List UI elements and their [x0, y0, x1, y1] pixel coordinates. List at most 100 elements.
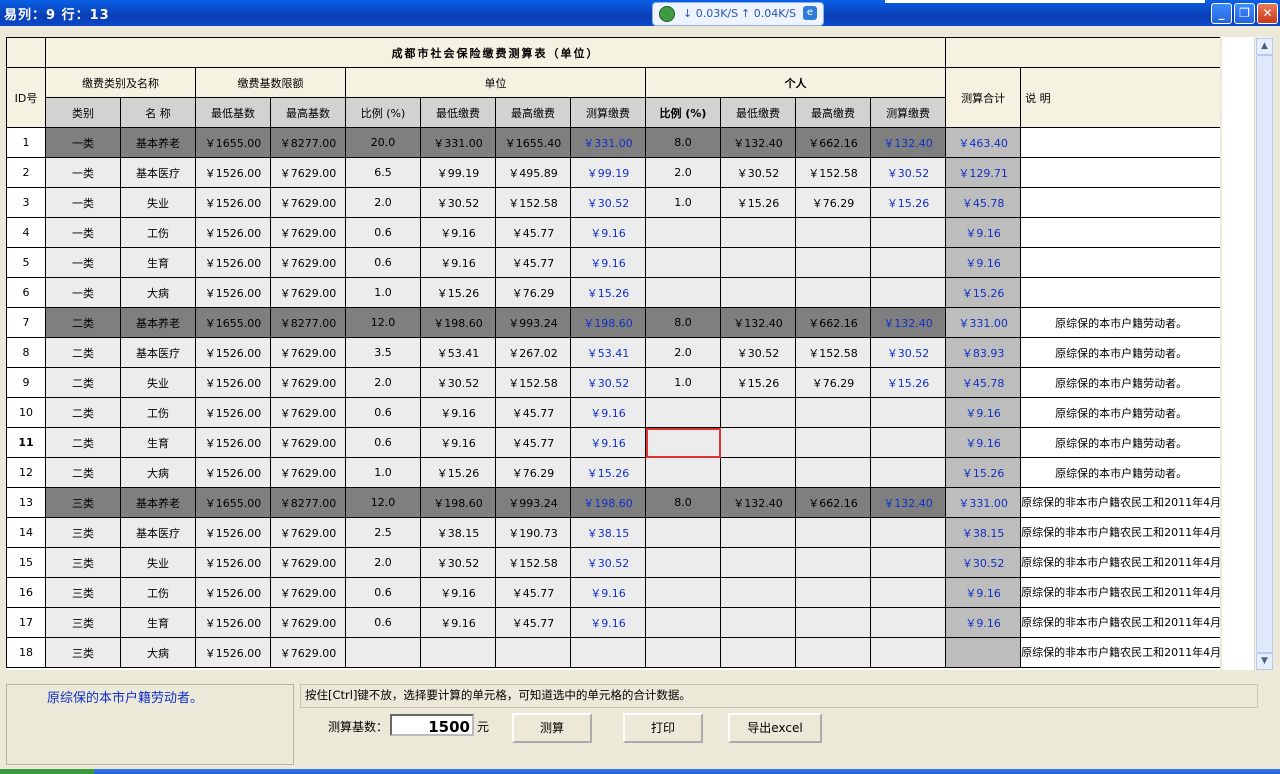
- row-id[interactable]: 4: [7, 218, 46, 248]
- row-category[interactable]: 三类: [46, 548, 121, 578]
- row-unit-max[interactable]: ￥152.58: [496, 188, 571, 218]
- row-max-base[interactable]: ￥7629.00: [271, 458, 346, 488]
- row-unit-ratio[interactable]: 2.0: [346, 368, 421, 398]
- row-name[interactable]: 大病: [121, 458, 196, 488]
- start-button[interactable]: [0, 769, 94, 774]
- row-unit-min[interactable]: ￥9.16: [421, 578, 496, 608]
- row-max-base[interactable]: ￥7629.00: [271, 368, 346, 398]
- row-unit-min[interactable]: [421, 638, 496, 668]
- network-speed-widget[interactable]: ↓ 0.03K/S ↑ 0.04K/S e: [652, 2, 824, 26]
- row-unit-ratio[interactable]: 12.0: [346, 308, 421, 338]
- row-category[interactable]: 二类: [46, 458, 121, 488]
- row-name[interactable]: 基本医疗: [121, 518, 196, 548]
- row-personal-max[interactable]: [796, 578, 871, 608]
- row-min-base[interactable]: ￥1526.00: [196, 638, 271, 668]
- row-note[interactable]: [1021, 248, 1220, 278]
- row-id[interactable]: 12: [7, 458, 46, 488]
- row-max-base[interactable]: ￥7629.00: [271, 548, 346, 578]
- row-total[interactable]: ￥9.16: [946, 218, 1021, 248]
- row-max-base[interactable]: ￥7629.00: [271, 428, 346, 458]
- row-personal-ratio[interactable]: 8.0: [646, 308, 721, 338]
- row-unit-min[interactable]: ￥198.60: [421, 308, 496, 338]
- row-personal-calc[interactable]: [871, 218, 946, 248]
- row-name[interactable]: 失业: [121, 548, 196, 578]
- row-personal-max[interactable]: ￥152.58: [796, 338, 871, 368]
- row-unit-ratio[interactable]: 12.0: [346, 488, 421, 518]
- row-unit-ratio[interactable]: 20.0: [346, 128, 421, 158]
- close-icon[interactable]: ✕: [1257, 3, 1278, 24]
- row-max-base[interactable]: ￥8277.00: [271, 308, 346, 338]
- row-min-base[interactable]: ￥1526.00: [196, 458, 271, 488]
- row-personal-max[interactable]: ￥662.16: [796, 308, 871, 338]
- browser-icon[interactable]: e: [803, 6, 817, 20]
- row-note[interactable]: 原综保的本市户籍劳动者。: [1021, 428, 1220, 458]
- row-max-base[interactable]: ￥7629.00: [271, 578, 346, 608]
- row-min-base[interactable]: ￥1526.00: [196, 578, 271, 608]
- row-max-base[interactable]: ￥7629.00: [271, 248, 346, 278]
- row-unit-min[interactable]: ￥331.00: [421, 128, 496, 158]
- row-unit-ratio[interactable]: 2.5: [346, 518, 421, 548]
- row-unit-min[interactable]: ￥99.19: [421, 158, 496, 188]
- row-personal-ratio[interactable]: [646, 518, 721, 548]
- row-name[interactable]: 生育: [121, 428, 196, 458]
- row-name[interactable]: 基本养老: [121, 308, 196, 338]
- row-id[interactable]: 10: [7, 398, 46, 428]
- row-min-base[interactable]: ￥1526.00: [196, 338, 271, 368]
- row-min-base[interactable]: ￥1526.00: [196, 368, 271, 398]
- row-id[interactable]: 13: [7, 488, 46, 518]
- row-unit-min[interactable]: ￥30.52: [421, 368, 496, 398]
- row-max-base[interactable]: ￥8277.00: [271, 488, 346, 518]
- row-max-base[interactable]: ￥7629.00: [271, 188, 346, 218]
- row-max-base[interactable]: ￥7629.00: [271, 638, 346, 668]
- row-unit-ratio[interactable]: 3.5: [346, 338, 421, 368]
- row-name[interactable]: 基本养老: [121, 128, 196, 158]
- row-unit-ratio[interactable]: 6.5: [346, 158, 421, 188]
- row-category[interactable]: 一类: [46, 158, 121, 188]
- row-unit-calc[interactable]: ￥15.26: [571, 278, 646, 308]
- print-button[interactable]: 打印: [623, 713, 703, 743]
- row-note[interactable]: 原综保的非本市户籍农民工和2011年4月1日后新损招非本市户籍农民工。: [1021, 608, 1220, 638]
- row-personal-min[interactable]: [721, 248, 796, 278]
- row-total[interactable]: ￥331.00: [946, 488, 1021, 518]
- row-personal-calc[interactable]: [871, 278, 946, 308]
- row-personal-calc[interactable]: [871, 608, 946, 638]
- scroll-thumb[interactable]: [1256, 55, 1273, 653]
- row-personal-max[interactable]: ￥152.58: [796, 158, 871, 188]
- row-max-base[interactable]: ￥7629.00: [271, 398, 346, 428]
- row-unit-calc[interactable]: ￥9.16: [571, 578, 646, 608]
- row-min-base[interactable]: ￥1526.00: [196, 158, 271, 188]
- maximize-icon[interactable]: ❐: [1234, 3, 1255, 24]
- row-unit-max[interactable]: ￥45.77: [496, 218, 571, 248]
- row-personal-max[interactable]: [796, 608, 871, 638]
- row-max-base[interactable]: ￥7629.00: [271, 338, 346, 368]
- row-total[interactable]: ￥331.00: [946, 308, 1021, 338]
- row-unit-ratio[interactable]: 0.6: [346, 428, 421, 458]
- row-unit-max[interactable]: ￥76.29: [496, 458, 571, 488]
- base-input[interactable]: 1500: [390, 714, 474, 736]
- row-name[interactable]: 失业: [121, 368, 196, 398]
- row-unit-max[interactable]: ￥190.73: [496, 518, 571, 548]
- row-total[interactable]: [946, 638, 1021, 668]
- row-name[interactable]: 基本医疗: [121, 338, 196, 368]
- row-total[interactable]: ￥38.15: [946, 518, 1021, 548]
- row-personal-calc[interactable]: [871, 578, 946, 608]
- row-unit-calc[interactable]: ￥9.16: [571, 218, 646, 248]
- row-personal-min[interactable]: [721, 608, 796, 638]
- row-unit-max[interactable]: [496, 638, 571, 668]
- row-total[interactable]: ￥45.78: [946, 188, 1021, 218]
- row-category[interactable]: 三类: [46, 518, 121, 548]
- row-total[interactable]: ￥45.78: [946, 368, 1021, 398]
- row-personal-min[interactable]: [721, 218, 796, 248]
- row-name[interactable]: 基本养老: [121, 488, 196, 518]
- row-name[interactable]: 工伤: [121, 218, 196, 248]
- row-max-base[interactable]: ￥7629.00: [271, 278, 346, 308]
- row-personal-calc[interactable]: [871, 518, 946, 548]
- row-personal-ratio[interactable]: [646, 638, 721, 668]
- row-unit-min[interactable]: ￥38.15: [421, 518, 496, 548]
- row-max-base[interactable]: ￥7629.00: [271, 608, 346, 638]
- row-personal-max[interactable]: [796, 398, 871, 428]
- row-min-base[interactable]: ￥1526.00: [196, 608, 271, 638]
- row-unit-calc[interactable]: ￥198.60: [571, 308, 646, 338]
- row-category[interactable]: 一类: [46, 188, 121, 218]
- row-personal-calc[interactable]: [871, 428, 946, 458]
